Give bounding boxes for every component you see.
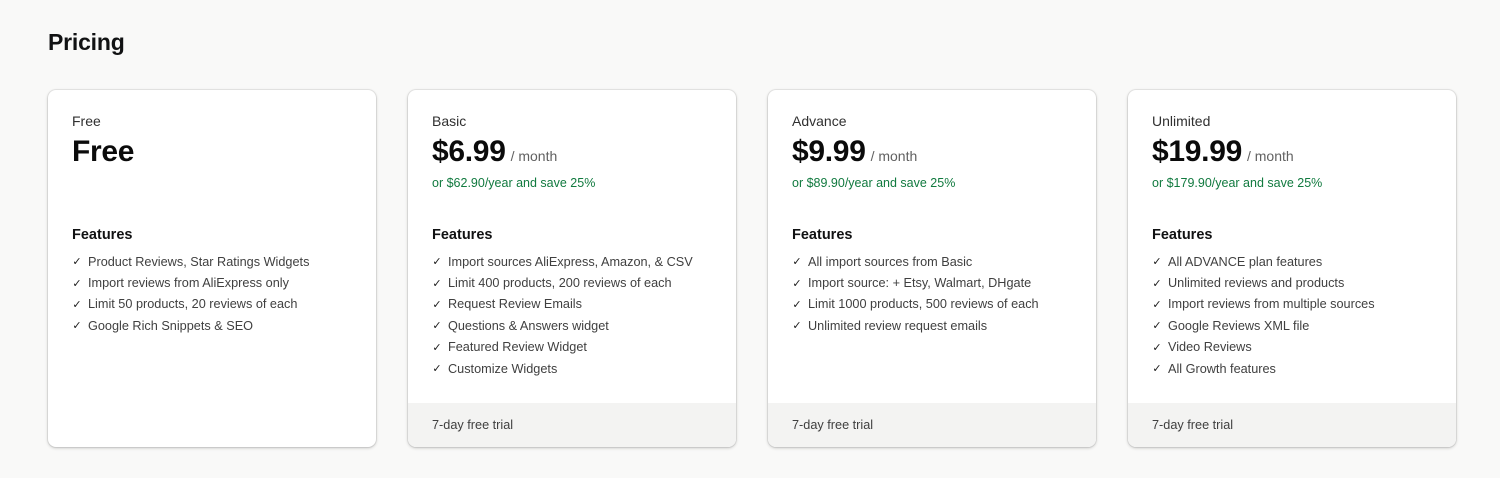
check-icon: ✓ xyxy=(1152,341,1162,354)
check-icon: ✓ xyxy=(432,298,442,311)
plan-name: Unlimited xyxy=(1152,113,1211,129)
feature-item: ✓ Google Rich Snippets & SEO xyxy=(72,318,254,333)
feature-item: ✓ Limit 1000 products, 500 reviews of eac… xyxy=(792,297,1039,312)
plan-card-basic[interactable]: Basic $6.99 / month or $62.90/year and s… xyxy=(408,90,736,447)
plan-name: Advance xyxy=(792,113,847,129)
feature-item: ✓ Google Reviews XML file xyxy=(1152,318,1310,333)
price-period: / month xyxy=(510,148,558,164)
plan-price: $19.99 xyxy=(1152,135,1242,168)
feature-item: ✓ Import reviews from multiple sources xyxy=(1152,297,1375,312)
feature-item: ✓ Customize Widgets xyxy=(432,361,558,376)
features-title: Features xyxy=(792,227,853,243)
feature-item: ✓ Unlimited review request emails xyxy=(792,318,988,333)
feature-item: ✓ Featured Review Widget xyxy=(432,340,587,355)
features-title: Features xyxy=(1152,227,1213,243)
feature-list: ✓ Import sources AliExpress, Amazon, & CS… xyxy=(432,251,712,379)
price-period: / month xyxy=(1246,148,1294,164)
feature-item: ✓ Unlimited reviews and products xyxy=(1152,276,1345,291)
feature-item: ✓ Import source: + Etsy, Walmart, DHgate xyxy=(792,276,1032,291)
feature-list: ✓ All import sources from Basic ✓ Import s… xyxy=(792,251,1072,337)
check-icon: ✓ xyxy=(72,277,82,290)
feature-item: ✓ All Growth features xyxy=(1152,361,1276,376)
check-icon: ✓ xyxy=(72,298,82,311)
trial-footer: 7-day free trial xyxy=(1128,403,1456,447)
plan-card-free: Free Free Features ✓ Product Reviews, Sta… xyxy=(48,90,376,447)
pricing-cards: Free Free Features ✓ Product Reviews, Sta… xyxy=(48,90,1456,447)
check-icon: ✓ xyxy=(1152,363,1162,376)
feature-item: ✓ Limit 50 products, 20 reviews of each xyxy=(72,297,298,312)
plan-name: Basic xyxy=(432,113,467,129)
check-icon: ✓ xyxy=(1152,298,1162,311)
plan-name: Free xyxy=(72,113,101,129)
plan-price: $9.99 xyxy=(792,135,866,168)
feature-item: ✓ Questions & Answers widget xyxy=(432,318,609,333)
trial-footer: 7-day free trial xyxy=(768,403,1096,447)
plan-card-unlimited[interactable]: Unlimited $19.99 / month or $179.90/year… xyxy=(1128,90,1456,447)
feature-list: ✓ Product Reviews, Star Ratings Widgets ✓… xyxy=(72,251,352,337)
feature-item: ✓ Request Review Emails xyxy=(432,297,582,312)
yearly-price xyxy=(72,176,352,192)
feature-list: ✓ All ADVANCE plan features ✓ Unlimited re… xyxy=(1152,251,1432,379)
price-row: $6.99 / month xyxy=(432,135,712,171)
feature-item: ✓ Video Reviews xyxy=(1152,340,1252,355)
check-icon: ✓ xyxy=(792,277,802,290)
plan-price: Free xyxy=(72,135,135,168)
check-icon: ✓ xyxy=(432,363,442,376)
feature-item: ✓ All import sources from Basic xyxy=(792,254,973,269)
check-icon: ✓ xyxy=(432,341,442,354)
features-title: Features xyxy=(72,227,133,243)
check-icon: ✓ xyxy=(432,277,442,290)
check-icon: ✓ xyxy=(1152,320,1162,333)
check-icon: ✓ xyxy=(792,298,802,311)
check-icon: ✓ xyxy=(1152,256,1162,269)
feature-item: ✓ Import reviews from AliExpress only xyxy=(72,276,289,291)
price-row: Free xyxy=(72,135,352,171)
page-title: Pricing xyxy=(48,29,125,55)
price-row: $9.99 / month xyxy=(792,135,1072,171)
plan-card-advance[interactable]: Advance $9.99 / month or $89.90/year and… xyxy=(768,90,1096,447)
check-icon: ✓ xyxy=(72,320,82,333)
check-icon: ✓ xyxy=(432,256,442,269)
price-row: $19.99 / month xyxy=(1152,135,1432,171)
feature-item: ✓ All ADVANCE plan features xyxy=(1152,254,1323,269)
check-icon: ✓ xyxy=(1152,277,1162,290)
yearly-price: or $62.90/year and save 25% xyxy=(432,176,596,190)
feature-item: ✓ Product Reviews, Star Ratings Widgets xyxy=(72,254,310,269)
check-icon: ✓ xyxy=(792,320,802,333)
feature-item: ✓ Import sources AliExpress, Amazon, & CS… xyxy=(432,254,693,269)
check-icon: ✓ xyxy=(432,320,442,333)
check-icon: ✓ xyxy=(72,256,82,269)
check-icon: ✓ xyxy=(792,256,802,269)
features-title: Features xyxy=(432,227,493,243)
feature-item: ✓ Limit 400 products, 200 reviews of each xyxy=(432,276,672,291)
price-period: / month xyxy=(870,148,918,164)
yearly-price: or $179.90/year and save 25% xyxy=(1152,176,1323,190)
yearly-price: or $89.90/year and save 25% xyxy=(792,176,956,190)
plan-price: $6.99 xyxy=(432,135,506,168)
trial-footer: 7-day free trial xyxy=(408,403,736,447)
